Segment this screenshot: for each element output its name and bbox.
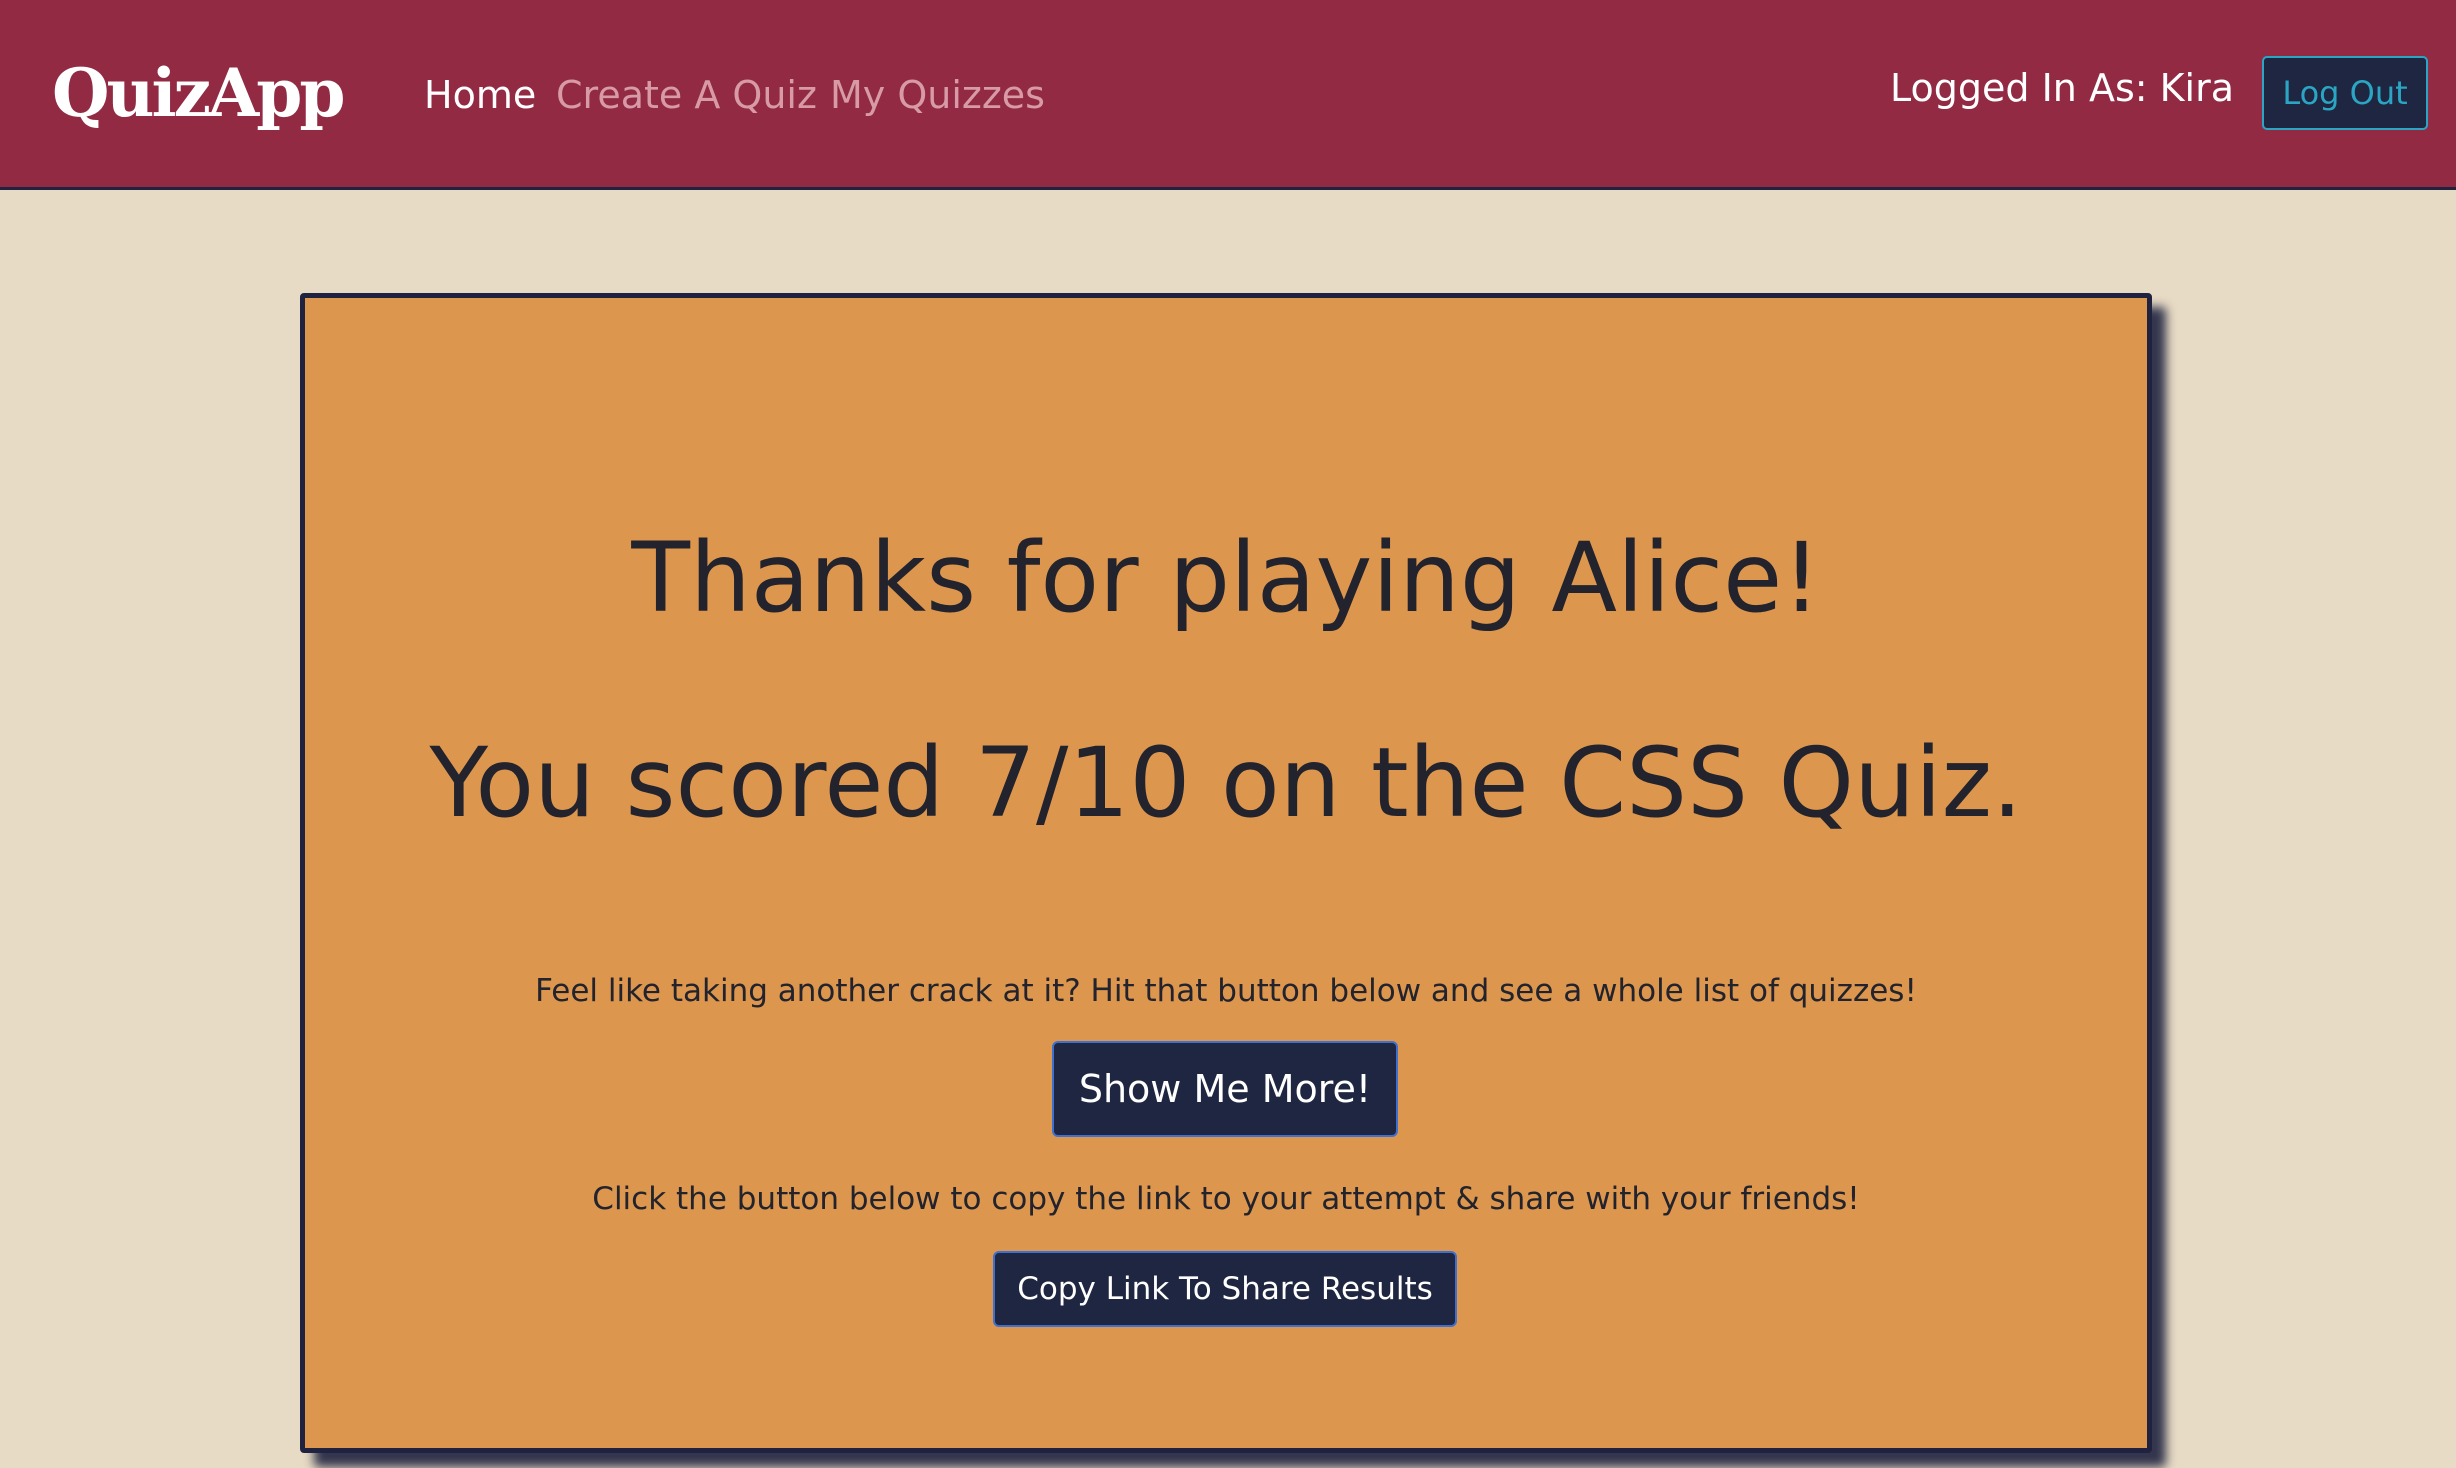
copy-share-link-button[interactable]: Copy Link To Share Results: [993, 1251, 1457, 1327]
share-prompt-text: Click the button below to copy the link …: [592, 1181, 1860, 1217]
show-me-more-button[interactable]: Show Me More!: [1052, 1041, 1398, 1137]
brand-logo[interactable]: QuizApp: [52, 48, 346, 138]
nav-link-home[interactable]: Home: [424, 60, 536, 130]
score-heading: You scored 7/10 on the CSS Quiz.: [429, 727, 2023, 839]
retry-prompt-text: Feel like taking another crack at it? Hi…: [535, 973, 1917, 1009]
top-navbar: QuizApp Home Create A Quiz My Quizzes Lo…: [0, 0, 2456, 190]
nav-link-create-quiz[interactable]: Create A Quiz: [556, 60, 817, 130]
results-card: Thanks for playing Alice! You scored 7/1…: [300, 293, 2152, 1453]
log-out-button[interactable]: Log Out: [2262, 56, 2428, 130]
nav-link-my-quizzes[interactable]: My Quizzes: [830, 60, 1045, 130]
logged-in-status: Logged In As: Kira: [1890, 66, 2235, 110]
thanks-heading: Thanks for playing Alice!: [631, 522, 1821, 634]
